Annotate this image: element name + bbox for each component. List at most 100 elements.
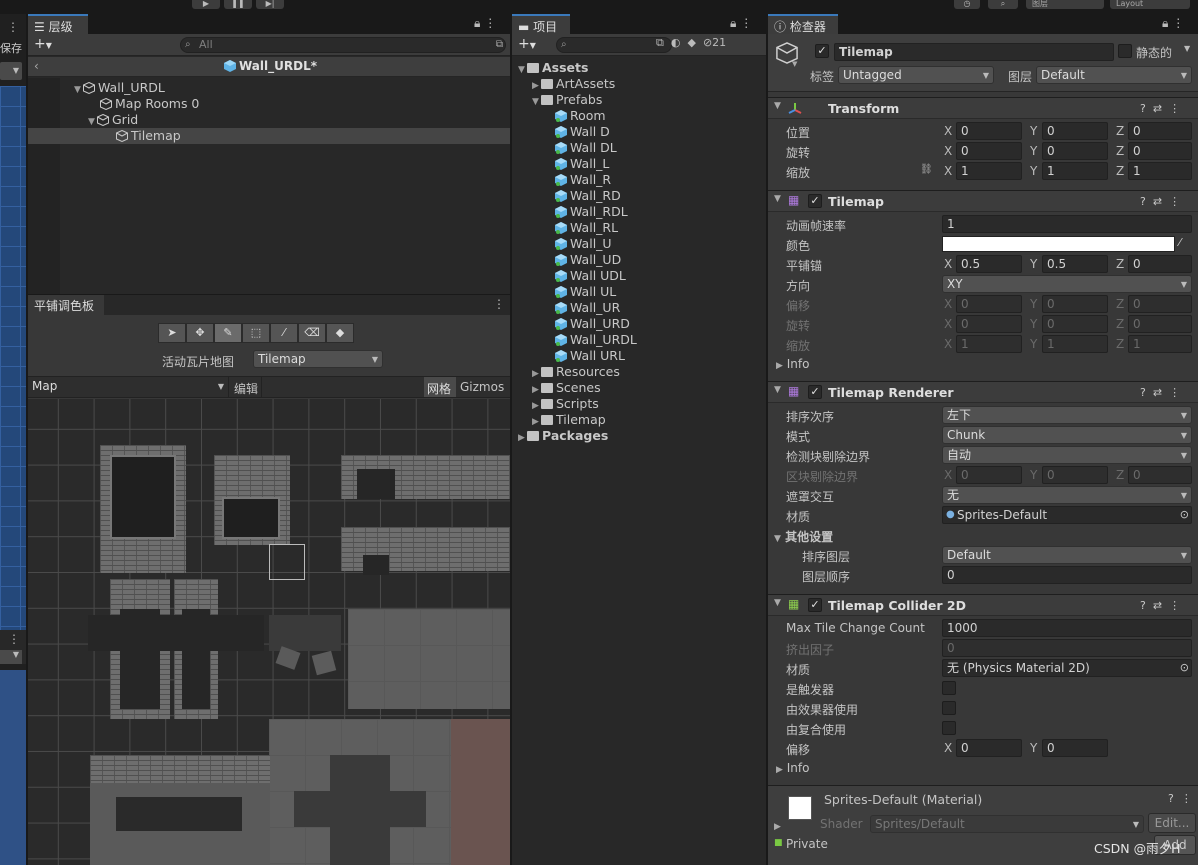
help-icon[interactable]: ? (1168, 792, 1181, 805)
list-item[interactable]: ▼ Grid (88, 112, 138, 127)
filter-by-type-icon[interactable]: ◐ (671, 36, 681, 49)
more-icon[interactable]: ⋮ (1169, 599, 1187, 612)
tilemap-header[interactable]: ▼ ▦ ✓ Tilemap ?⇄⋮ (768, 190, 1198, 212)
sorting-layer-dropdown[interactable]: Default (942, 546, 1192, 564)
flood-fill-tool-icon[interactable]: ◆ (326, 323, 354, 343)
expanded-arrow-icon[interactable]: ▼ (74, 85, 83, 95)
object-picker-icon[interactable]: ⊙ (1180, 660, 1189, 676)
tile-anchor-x-field[interactable]: 0.5 (956, 255, 1022, 273)
list-item-selected[interactable]: Tilemap (116, 128, 181, 143)
scale-x-field[interactable]: 1 (956, 162, 1022, 180)
transform-header[interactable]: ▼ Transform ?⇄⋮ (768, 97, 1198, 119)
lock-icon[interactable]: 🔒︎ (1162, 16, 1168, 30)
list-item[interactable]: ▶ Packages (518, 428, 608, 443)
collapsed-arrow-icon[interactable]: ▶ (532, 81, 541, 91)
collider-offset-y[interactable]: 0 (1042, 739, 1108, 757)
mask-dropdown[interactable]: 无 (942, 486, 1192, 504)
more-icon[interactable]: ⋮ (484, 16, 496, 30)
preset-icon[interactable]: ⇄ (1153, 195, 1169, 208)
collapsed-arrow-icon[interactable]: ▶ (532, 401, 541, 411)
list-item[interactable]: Wall_URD (546, 316, 630, 331)
search-filter-icon[interactable]: ⧉ (496, 38, 503, 52)
grid-toggle[interactable]: 网格 (424, 377, 456, 397)
material-field[interactable]: ● Sprites-Default ⊙ (942, 506, 1192, 524)
object-name-field[interactable]: Tilemap (834, 43, 1114, 61)
tab-hierarchy[interactable]: ☰ 层级 (28, 14, 88, 35)
list-item[interactable]: ▶ ArtAssets (532, 76, 615, 91)
expanded-arrow-icon[interactable]: ▼ (518, 65, 527, 75)
save-label[interactable]: 保存 (0, 40, 22, 56)
list-item[interactable]: Wall_RD (546, 188, 621, 203)
help-icon[interactable]: ? (1140, 102, 1153, 115)
game-dropdown[interactable]: ▼ (0, 650, 22, 664)
detect-cull-dropdown[interactable]: 自动 (942, 446, 1192, 464)
list-item[interactable]: Wall_R (546, 172, 611, 187)
floor-tile[interactable] (269, 615, 341, 651)
hierarchy-search-input[interactable]: ⌕ All ⧉ (180, 37, 506, 53)
preset-icon[interactable]: ⇄ (1153, 102, 1169, 115)
position-y-field[interactable]: 0 (1042, 122, 1108, 140)
foldout-arrow-icon[interactable]: ▼ (774, 101, 781, 111)
info-foldout[interactable]: ▶ Info (776, 761, 809, 775)
more-icon[interactable]: ⋮ (1181, 792, 1198, 805)
preset-icon[interactable]: ⇄ (1153, 599, 1169, 612)
tile-anchor-y-field[interactable]: 0.5 (1042, 255, 1108, 273)
rotation-z-field[interactable]: 0 (1128, 142, 1192, 160)
list-item[interactable]: Wall_UD (546, 252, 621, 267)
add-button[interactable]: +▼ (518, 36, 536, 52)
step-button[interactable]: ▶| (256, 0, 284, 9)
active-tilemap-dropdown[interactable]: Tilemap (253, 350, 383, 368)
rotation-x-field[interactable]: 0 (956, 142, 1022, 160)
eraser-tool-icon[interactable]: ⌫ (298, 323, 326, 343)
paint-brush-tool-icon[interactable]: ✎ (214, 323, 242, 343)
is-trigger-checkbox[interactable] (942, 681, 956, 695)
more-icon[interactable]: ⋮ (493, 297, 505, 311)
collapsed-arrow-icon[interactable]: ▶ (532, 417, 541, 427)
more-icon[interactable]: ⋮ (1172, 16, 1184, 30)
list-item[interactable]: Wall D (546, 124, 610, 139)
color-swatch[interactable] (942, 236, 1175, 252)
search-icon[interactable]: ⌕ (988, 0, 1018, 9)
layer-dropdown[interactable]: Default (1036, 66, 1192, 84)
layers-dropdown[interactable]: 图层 (1026, 0, 1104, 9)
scale-z-field[interactable]: 1 (1128, 162, 1192, 180)
used-by-composite-checkbox[interactable] (942, 721, 956, 735)
expanded-arrow-icon[interactable]: ▼ (88, 117, 97, 127)
edit-shader-button[interactable]: Edit... (1148, 813, 1196, 833)
list-item[interactable]: ▶ Tilemap (532, 412, 606, 427)
list-item[interactable]: ▶ Resources (532, 364, 620, 379)
more-icon[interactable]: ⋮ (1169, 386, 1187, 399)
position-z-field[interactable]: 0 (1128, 122, 1192, 140)
preset-icon[interactable]: ⇄ (1153, 386, 1169, 399)
tag-dropdown[interactable]: Untagged (838, 66, 994, 84)
list-item[interactable]: Wall_UR (546, 300, 620, 315)
max-tile-change-field[interactable]: 1000 (942, 619, 1192, 637)
more-icon[interactable]: ⋮ (740, 16, 752, 30)
lock-icon[interactable]: 🔒︎ (474, 16, 480, 30)
list-item[interactable]: Wall_RDL (546, 204, 628, 219)
collider-offset-x[interactable]: 0 (956, 739, 1022, 757)
lock-icon[interactable]: 🔒︎ (730, 16, 736, 30)
select-tool-icon[interactable]: ➤ (158, 323, 186, 343)
foldout-arrow-icon[interactable]: ▶ (774, 822, 781, 832)
list-item[interactable]: Map Rooms 0 (100, 96, 199, 111)
hidden-packages-icon[interactable]: ⊘ (703, 36, 712, 49)
collider-enabled-checkbox[interactable]: ✓ (808, 598, 822, 612)
more-icon[interactable]: ⋮ (0, 20, 26, 34)
scene-viewport[interactable] (0, 86, 26, 638)
play-button[interactable]: ▶ (192, 0, 220, 9)
add-button[interactable]: +▼ (34, 36, 52, 52)
list-item[interactable]: Room (546, 108, 606, 123)
list-item[interactable]: ▼ Prefabs (532, 92, 602, 107)
link-icon[interactable]: ⛓ (920, 164, 933, 175)
help-icon[interactable]: ? (1140, 386, 1153, 399)
physics-material-field[interactable]: 无 (Physics Material 2D) ⊙ (942, 659, 1192, 677)
sort-order-dropdown[interactable]: 左下 (942, 406, 1192, 424)
list-item[interactable]: Wall_RL (546, 220, 618, 235)
history-icon[interactable]: ◷ (954, 0, 980, 9)
search-filter-icon[interactable]: ⧉ (656, 36, 664, 49)
static-checkbox[interactable] (1118, 44, 1132, 58)
list-item[interactable]: ▼ Wall_URDL (74, 80, 165, 95)
help-icon[interactable]: ? (1140, 195, 1153, 208)
project-search-input[interactable]: ⌕ (556, 37, 672, 53)
